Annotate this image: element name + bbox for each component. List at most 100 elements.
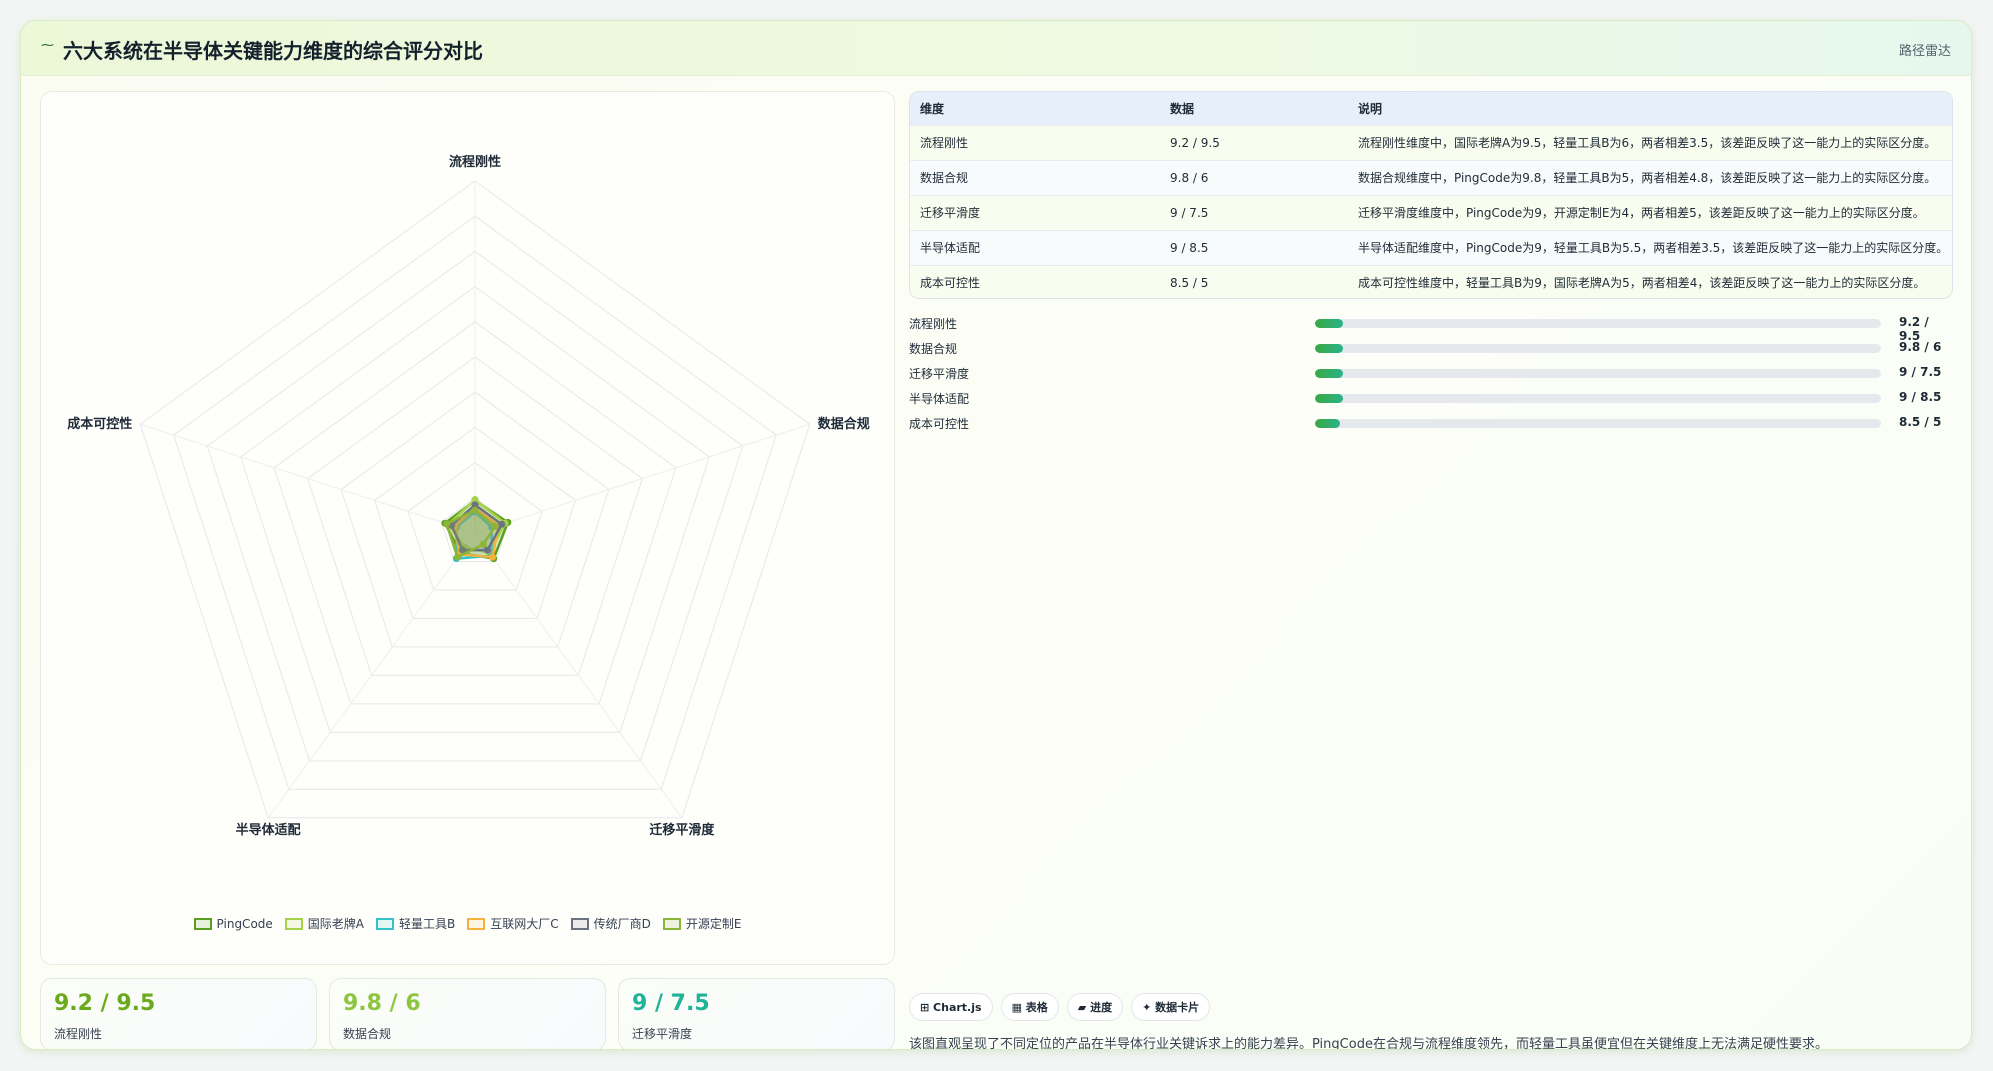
progress-track (1315, 344, 1881, 353)
table-header-row: 维度 数据 说明 (910, 92, 1952, 125)
table-row: 数据合规 9.8 / 6 数据合规维度中，PingCode为9.8，轻量工具B为… (910, 160, 1952, 195)
radar-point (443, 520, 451, 528)
progress-row: 半导体适配 9 / 8.5 (909, 386, 1953, 411)
progress-value: 9.8 / 6 (1899, 340, 1942, 354)
progress-fill (1315, 369, 1344, 378)
legend-label: PingCode (216, 916, 273, 931)
stat-card: 9.8 / 6 数据合规 (329, 978, 606, 1049)
table-cell-data: 9 / 7.5 (1170, 205, 1209, 220)
table-cell-data: 9 / 8.5 (1170, 240, 1209, 255)
chip-chartjs[interactable]: ⊞ Chart.js (909, 993, 993, 1021)
progress-track (1315, 394, 1881, 403)
radar-point (491, 522, 499, 530)
table-cell-desc: 流程刚性维度中，国际老牌A为9.5，轻量工具B为6，两者相差3.5，该差距反映了… (1358, 136, 1937, 150)
chart-legend: PingCode 国际老牌A 轻量工具B 互联网大厂C 传统厂商D 开源定制E (41, 915, 894, 932)
legend-label: 国际老牌A (307, 917, 364, 931)
table-cell-desc: 迁移平滑度维度中，PingCode为9，开源定制E为4，两者相差5，该差距反映了… (1358, 206, 1925, 220)
view-chips: ⊞ Chart.js ▦ 表格 ▰ 进度 ✦ 数据卡片 (909, 993, 1211, 1021)
table-cell-data: 9.2 / 9.5 (1170, 135, 1220, 150)
legend-label: 开源定制E (685, 917, 742, 931)
header: ⁓ 六大系统在半导体关键能力维度的综合评分对比 路径雷达 (21, 21, 1971, 76)
radar-chart: 流程刚性数据合规迁移平滑度 半导体适配 成本可控性 (67, 154, 870, 838)
progress-fill (1315, 419, 1341, 428)
stat-value: 9 / 7.5 (632, 991, 710, 1016)
progress-value: 9 / 7.5 (1899, 365, 1942, 379)
legend-swatch (467, 917, 486, 930)
progress-track (1315, 369, 1881, 378)
legend-item[interactable]: PingCode (193, 915, 273, 932)
progress-row: 数据合规 9.8 / 6 (909, 336, 1953, 361)
radar-axis-label: 半导体适配 (236, 822, 301, 838)
legend-swatch (376, 917, 394, 930)
stat-label: 数据合规 (343, 1027, 392, 1041)
radar-axis-label: 迁移平滑度 (649, 822, 715, 838)
table-row: 流程刚性 9.2 / 9.5 流程刚性维度中，国际老牌A为9.5，轻量工具B为6… (910, 125, 1952, 160)
table-cell-data: 9.8 / 6 (1170, 170, 1209, 185)
table-row: 成本可控性 8.5 / 5 成本可控性维度中，轻量工具B为9，国际老牌A为5，两… (910, 265, 1952, 298)
stat-value: 9.8 / 6 (343, 991, 421, 1016)
legend-item[interactable]: 互联网大厂C (467, 915, 559, 932)
progress-fill (1315, 319, 1344, 328)
chip-table[interactable]: ▦ 表格 (1000, 993, 1059, 1021)
legend-label: 轻量工具B (399, 917, 456, 931)
radar-point (489, 553, 497, 561)
legend-swatch (662, 917, 681, 930)
table-row: 半导体适配 9 / 8.5 半导体适配维度中，PingCode为9，轻量工具B为… (910, 230, 1952, 265)
stat-label: 迁移平滑度 (632, 1027, 693, 1041)
progress-list: 流程刚性 9.2 / 9.5 数据合规 9.8 / 6 迁移平滑度 9 / 7.… (909, 311, 1953, 436)
summary-note: 该图直观呈现了不同定位的产品在半导体行业关键诉求上的能力差异。PingCode在… (909, 1037, 1828, 1050)
radar-point (498, 520, 506, 528)
legend-item[interactable]: 轻量工具B (376, 915, 455, 932)
progress-fill (1315, 344, 1344, 353)
header-tag: 路径雷达 (1898, 44, 1951, 59)
progress-value: 8.5 / 5 (1899, 415, 1942, 429)
legend-swatch (193, 917, 212, 930)
progress-row: 迁移平滑度 9 / 7.5 (909, 361, 1953, 386)
pulse-icon: ⁓ (41, 38, 54, 53)
radar-axis-label: 成本可控性 (67, 416, 132, 432)
progress-label: 数据合规 (909, 342, 958, 356)
table-cell-desc: 数据合规维度中，PingCode为9.8，轻量工具B为5，两者相差4.8，该差距… (1358, 171, 1937, 185)
dimension-table: 维度 数据 说明 流程刚性 9.2 / 9.5 流程刚性维度中，国际老牌A为9.… (909, 91, 1953, 299)
stat-card: 9.2 / 9.5 流程刚性 (40, 978, 317, 1049)
progress-label: 迁移平滑度 (909, 367, 970, 381)
table-cell-data: 8.5 / 5 (1170, 275, 1209, 290)
table-row: 迁移平滑度 9 / 7.5 迁移平滑度维度中，PingCode为9，开源定制E为… (910, 195, 1952, 230)
legend-swatch (284, 917, 303, 930)
radar-axis-label: 数据合规 (818, 416, 870, 432)
stat-value: 9.2 / 9.5 (54, 991, 156, 1016)
radar-point (479, 540, 487, 548)
legend-label: 传统厂商D (593, 917, 651, 931)
stat-card: 9 / 7.5 迁移平滑度 (618, 978, 895, 1049)
progress-track (1315, 419, 1881, 428)
radar-axis-label: 流程刚性 (449, 154, 501, 170)
progress-row: 成本可控性 8.5 / 5 (909, 411, 1953, 436)
progress-label: 流程刚性 (909, 317, 958, 331)
legend-swatch (570, 917, 589, 930)
progress-label: 成本可控性 (909, 417, 970, 431)
main-card: ⁓ 六大系统在半导体关键能力维度的综合评分对比 路径雷达 流程刚性 数据合规 迁移平… (20, 20, 1972, 1050)
progress-label: 半导体适配 (909, 392, 970, 406)
radar-point (471, 506, 479, 514)
radar-axis-line (140, 423, 476, 534)
chip-progress[interactable]: ▰ 进度 (1066, 993, 1124, 1021)
table-header-desc: 说明 (1358, 101, 1383, 116)
table-cell-dim: 半导体适配 (920, 241, 981, 255)
legend-item[interactable]: 传统厂商D (570, 915, 651, 932)
progress-track (1315, 319, 1881, 328)
table-cell-desc: 成本可控性维度中，轻量工具B为9，国际老牌A为5，两者相差4，该差距反映了这一能… (1358, 276, 1926, 291)
radar-point (483, 546, 491, 554)
table-cell-dim: 成本可控性 (920, 276, 981, 291)
table-cell-dim: 数据合规 (920, 171, 969, 185)
legend-item[interactable]: 国际老牌A (284, 915, 364, 932)
legend-item[interactable]: 开源定制E (662, 915, 742, 932)
radar-chart-panel: 流程刚性数据合规迁移平滑度 半导体适配 成本可控性 PingCode 国际老牌A 轻量工… (40, 91, 895, 965)
progress-fill (1315, 394, 1344, 403)
progress-row: 流程刚性 9.2 / 9.5 (909, 311, 1953, 343)
chip-data-cards[interactable]: ✦ 数据卡片 (1131, 993, 1211, 1021)
table-cell-dim: 流程刚性 (920, 136, 969, 150)
stat-label: 流程刚性 (54, 1027, 103, 1041)
table-cell-dim: 迁移平滑度 (920, 206, 981, 220)
page-title: 六大系统在半导体关键能力维度的综合评分对比 (63, 39, 483, 63)
legend-label: 互联网大厂C (490, 917, 559, 931)
